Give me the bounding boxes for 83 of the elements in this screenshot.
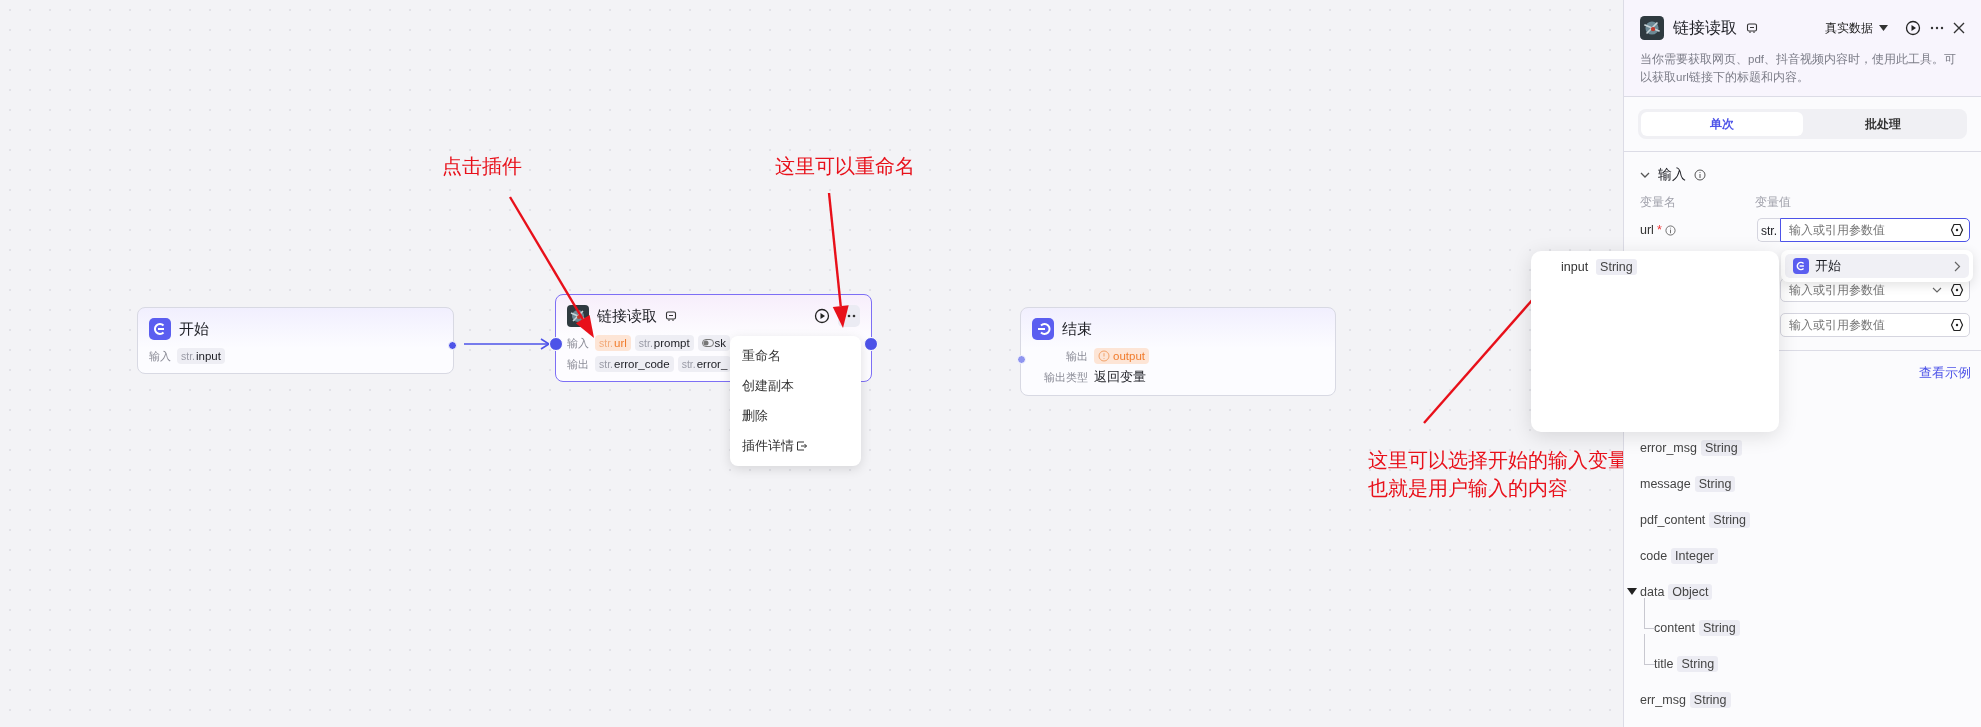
data-mode-dropdown[interactable]: 真实数据 — [1825, 19, 1888, 37]
toggle-icon — [701, 339, 714, 347]
type-tag: Integer — [1671, 548, 1719, 564]
start-icon — [1793, 258, 1809, 274]
row-label: 输出 — [567, 356, 589, 372]
view-example-link[interactable]: 查看示例 — [1919, 365, 1971, 382]
type-tag: String — [1699, 620, 1740, 636]
input-port[interactable] — [1017, 355, 1026, 364]
output-name: pdf_content — [1640, 513, 1706, 527]
menu-item[interactable]: 删除 — [730, 401, 861, 431]
output-name: title — [1654, 657, 1674, 671]
column-header: 变量名 — [1640, 193, 1677, 211]
output-name: data — [1640, 585, 1665, 599]
plugin-logo-icon — [1640, 16, 1664, 40]
input-port[interactable] — [549, 337, 563, 351]
row-label: 输入 — [567, 335, 589, 351]
column-header: 变量值 — [1755, 193, 1792, 211]
type-tag: String — [1694, 476, 1736, 492]
variable-tag: str.url — [595, 335, 631, 351]
run-icon[interactable] — [814, 308, 830, 324]
run-icon[interactable] — [1905, 20, 1921, 36]
panel-title: 链接读取 — [1673, 17, 1737, 38]
close-icon[interactable] — [1953, 22, 1965, 34]
row-label: 输入 — [149, 348, 171, 364]
variable-tag: str.error_ — [677, 356, 732, 372]
param-name: url — [1640, 223, 1654, 237]
variable-tag: str.input — [177, 348, 225, 364]
row-label: 输出 — [1065, 348, 1088, 364]
output-name: err_msg — [1640, 693, 1686, 707]
start-icon — [149, 318, 171, 340]
workflow-node[interactable]: 开始 输入 str.input — [137, 307, 454, 374]
reference-item[interactable]: 开始 — [1785, 254, 1969, 278]
output-name: code — [1640, 549, 1668, 563]
tree-line — [1644, 634, 1655, 665]
mode-tab[interactable]: 批处理 — [1802, 112, 1964, 136]
type-tag: String — [1596, 259, 1637, 275]
section-title: 输入 — [1658, 166, 1686, 184]
caret-icon — [1879, 25, 1888, 31]
output-name: error_msg — [1640, 441, 1697, 455]
row-label: 输出类型 — [1043, 370, 1088, 385]
plugin-badge-icon — [1746, 22, 1758, 34]
node-title: 开始 — [179, 319, 209, 339]
variable-tag: str.error_code — [595, 356, 674, 372]
type-tag: String — [1677, 656, 1719, 672]
tree-line — [1644, 598, 1655, 629]
annotation-text: 点击插件 — [442, 154, 522, 179]
node-title: 结束 — [1062, 319, 1092, 339]
variable-tag: sk — [697, 335, 731, 351]
variable-reference-icon[interactable] — [1950, 223, 1964, 237]
node-title: 链接读取 — [597, 306, 657, 326]
output-port[interactable] — [864, 337, 878, 351]
variable-tag: output — [1094, 348, 1149, 364]
type-tag: Object — [1668, 584, 1713, 600]
output-port[interactable] — [448, 341, 457, 350]
chevron-icon[interactable] — [1932, 287, 1942, 293]
variable-reference-icon[interactable] — [1950, 283, 1964, 297]
variable-reference-icon[interactable] — [1950, 318, 1964, 332]
workflow-node[interactable]: 结束 输出 output 输出类型 返回变量 — [1020, 307, 1336, 396]
type-tag: String — [1689, 692, 1731, 708]
info-icon — [1664, 224, 1676, 236]
panel-description: 当你需要获取网页、pdf、抖音视频内容时，使用此工具。可以获取url链接下的标题和内容。 — [1624, 48, 1981, 97]
menu-item[interactable]: 重命名 — [730, 341, 861, 371]
type-tag: String — [1709, 512, 1750, 528]
output-name: message — [1640, 477, 1691, 491]
expand-triangle-icon[interactable] — [1627, 588, 1637, 596]
chevron-right-icon — [1954, 260, 1961, 272]
annotation-text: 这里可以重命名 — [775, 154, 915, 179]
plugin-badge-icon — [665, 310, 677, 322]
variable-name[interactable]: input — [1561, 260, 1589, 274]
annotation-text: 也就是用户输入的内容 — [1368, 476, 1568, 501]
variable-tag: str.prompt — [634, 335, 694, 351]
output-name: content — [1654, 621, 1695, 635]
required-mark: * — [1656, 223, 1662, 237]
end-icon — [1032, 318, 1054, 340]
value-field[interactable]: 输入或引用参数值 — [1780, 218, 1970, 242]
row-value: 返回变量 — [1094, 369, 1146, 386]
warning-icon — [1098, 350, 1110, 362]
info-icon — [1694, 169, 1706, 181]
chevron-icon[interactable] — [1640, 170, 1650, 180]
more-icon[interactable] — [1930, 26, 1944, 30]
type-tag: String — [1700, 440, 1742, 456]
mode-tab[interactable]: 单次 — [1641, 112, 1803, 136]
menu-item[interactable]: 插件详情 — [730, 431, 861, 461]
